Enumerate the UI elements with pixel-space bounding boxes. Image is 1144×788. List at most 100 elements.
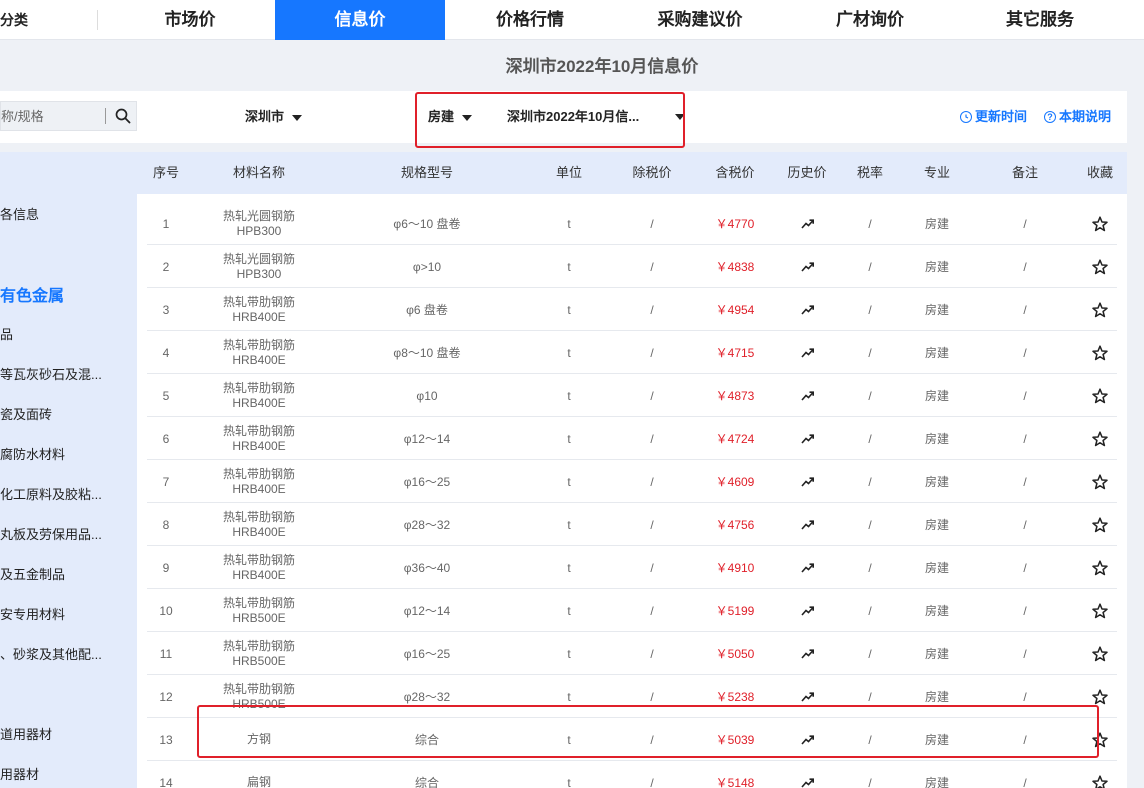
table-row[interactable]: 11 热轧带肋钢筋 HRB500E φ16～25 t / ￥5050 / 房建 / xyxy=(147,632,1117,675)
search-input[interactable] xyxy=(1,102,105,130)
favorite-button[interactable] xyxy=(1075,288,1125,331)
cell-tax-rate: / xyxy=(868,431,872,446)
favorite-button[interactable] xyxy=(1075,460,1125,503)
cell-tax-rate: / xyxy=(868,732,872,747)
search-button[interactable] xyxy=(109,102,137,130)
history-price-button[interactable] xyxy=(773,288,841,331)
history-price-button[interactable] xyxy=(773,761,841,788)
caret-down-icon xyxy=(675,114,685,120)
nav-purchase-advice[interactable]: 采购建议价 xyxy=(615,0,785,40)
table-row[interactable]: 7 热轧带肋钢筋 HRB400E φ16～25 t / ￥4609 / 房建 / xyxy=(147,460,1117,503)
table-row[interactable]: 12 热轧带肋钢筋 HRB500E φ28～32 t / ￥5238 / 房建 / xyxy=(147,675,1117,718)
sidebar-item[interactable]: 品 xyxy=(0,324,13,343)
cell-ex-tax-price: / xyxy=(650,517,654,532)
cell-tax-rate: / xyxy=(868,603,872,618)
sidebar-item[interactable]: 腐防水材料 xyxy=(0,444,65,463)
cell-ex-tax-price: / xyxy=(650,259,654,274)
nav-category[interactable]: 分类 xyxy=(0,0,98,40)
trend-up-icon xyxy=(800,218,814,229)
sidebar-item[interactable]: 瓷及面砖 xyxy=(0,404,52,423)
sidebar-item[interactable]: 等瓦灰砂石及混... xyxy=(0,364,102,383)
cell-tax-rate: / xyxy=(868,345,872,360)
trend-up-icon xyxy=(800,347,814,358)
cell-unit: t xyxy=(567,259,571,274)
table-row[interactable]: 3 热轧带肋钢筋 HRB400E φ6 盘卷 t / ￥4954 / 房建 / xyxy=(147,288,1117,331)
table-row[interactable]: 9 热轧带肋钢筋 HRB400E φ36～40 t / ￥4910 / 房建 / xyxy=(147,546,1117,589)
cell-note: / xyxy=(1023,345,1027,360)
sidebar-item[interactable]: 及五金制品 xyxy=(0,564,65,583)
favorite-button[interactable] xyxy=(1075,503,1125,546)
sidebar-item-nonferrous[interactable]: 有色金属 xyxy=(0,282,64,306)
history-price-button[interactable] xyxy=(773,718,841,761)
cell-tax-rate: / xyxy=(868,689,872,704)
cell-major: 房建 xyxy=(924,604,949,618)
history-price-button[interactable] xyxy=(773,460,841,503)
table-row[interactable]: 14 扁钢 综合 t / ￥5148 / 房建 / xyxy=(147,761,1117,788)
sidebar-item[interactable]: 安专用材料 xyxy=(0,604,65,623)
history-price-button[interactable] xyxy=(773,675,841,718)
material-name: 热轧光圆钢筋 xyxy=(222,251,295,266)
table-row[interactable]: 4 热轧带肋钢筋 HRB400E φ8～10 盘卷 t / ￥4715 / 房建 / xyxy=(147,331,1117,374)
sidebar-item[interactable]: 、砂浆及其他配... xyxy=(0,644,102,663)
table-row[interactable]: 1 热轧光圆钢筋 HPB300 φ6～10 盘卷 t / ￥4770 / 房建 / xyxy=(147,202,1117,245)
cell-major: 房建 xyxy=(924,346,949,360)
period-select[interactable]: 深圳市2022年10月信... xyxy=(507,91,685,143)
trend-up-icon xyxy=(800,433,814,444)
cell-tax-price: ￥5039 xyxy=(715,733,755,747)
history-price-button[interactable] xyxy=(773,589,841,632)
table-row[interactable]: 13 方钢 综合 t / ￥5039 / 房建 / xyxy=(147,718,1117,761)
favorite-button[interactable] xyxy=(1075,331,1125,374)
nav-other-services[interactable]: 其它服务 xyxy=(955,0,1125,40)
cell-spec: φ16～25 xyxy=(403,475,451,489)
favorite-button[interactable] xyxy=(1075,589,1125,632)
table-row[interactable]: 8 热轧带肋钢筋 HRB400E φ28～32 t / ￥4756 / 房建 / xyxy=(147,503,1117,546)
header-history: 历史价 xyxy=(787,165,827,180)
cell-material-name: 热轧带肋钢筋 HRB400E xyxy=(195,288,323,331)
explanation-link[interactable]: ? 本期说明 xyxy=(1044,91,1111,143)
history-price-button[interactable] xyxy=(773,374,841,417)
table-row[interactable]: 5 热轧带肋钢筋 HRB400E φ10 t / ￥4873 / 房建 / xyxy=(147,374,1117,417)
history-price-button[interactable] xyxy=(773,546,841,589)
favorite-button[interactable] xyxy=(1075,245,1125,288)
cell-spec: 综合 xyxy=(414,733,439,747)
material-grade: HRB400E xyxy=(232,395,286,410)
favorite-button[interactable] xyxy=(1075,417,1125,460)
city-select[interactable]: 深圳市 xyxy=(245,91,303,143)
history-price-button[interactable] xyxy=(773,632,841,675)
material-name: 热轧带肋钢筋 xyxy=(222,552,295,567)
sidebar-item[interactable]: 化工原料及胶粘... xyxy=(0,484,102,503)
favorite-button[interactable] xyxy=(1075,675,1125,718)
history-price-button[interactable] xyxy=(773,417,841,460)
favorite-button[interactable] xyxy=(1075,202,1125,245)
header-unit: 单位 xyxy=(555,165,582,180)
table-row[interactable]: 2 热轧光圆钢筋 HPB300 φ>10 t / ￥4838 / 房建 / xyxy=(147,245,1117,288)
table-row[interactable]: 10 热轧带肋钢筋 HRB500E φ12～14 t / ￥5199 / 房建 / xyxy=(147,589,1117,632)
sidebar-item[interactable]: 丸板及劳保用品... xyxy=(0,524,102,543)
type-select[interactable]: 房建 xyxy=(428,91,473,143)
nav-market-price[interactable]: 市场价 xyxy=(105,0,275,40)
table-row[interactable]: 6 热轧带肋钢筋 HRB400E φ12～14 t / ￥4724 / 房建 / xyxy=(147,417,1117,460)
history-price-button[interactable] xyxy=(773,202,841,245)
nav-inquiry[interactable]: 广材询价 xyxy=(785,0,955,40)
history-price-button[interactable] xyxy=(773,245,841,288)
favorite-button[interactable] xyxy=(1075,546,1125,589)
history-price-button[interactable] xyxy=(773,331,841,374)
history-price-button[interactable] xyxy=(773,503,841,546)
sidebar-item[interactable]: 用器材 xyxy=(0,764,39,783)
sidebar-item[interactable]: 道用器材 xyxy=(0,724,52,743)
cell-note: / xyxy=(1023,689,1027,704)
favorite-button[interactable] xyxy=(1075,374,1125,417)
material-grade: HRB400E xyxy=(232,567,286,582)
favorite-button[interactable] xyxy=(1075,718,1125,761)
favorite-button[interactable] xyxy=(1075,632,1125,675)
favorite-button[interactable] xyxy=(1075,761,1125,788)
cell-spec: φ8～10 盘卷 xyxy=(393,346,461,360)
nav-info-price[interactable]: 信息价 xyxy=(275,0,445,40)
cell-no: 13 xyxy=(159,732,173,747)
trend-up-icon xyxy=(800,261,814,272)
cell-no: 2 xyxy=(162,259,170,274)
sidebar-item[interactable]: 各信息 xyxy=(0,204,39,223)
cell-no: 14 xyxy=(159,775,173,788)
nav-price-trend[interactable]: 价格行情 xyxy=(445,0,615,40)
update-time-link[interactable]: 更新时间 xyxy=(960,91,1027,143)
